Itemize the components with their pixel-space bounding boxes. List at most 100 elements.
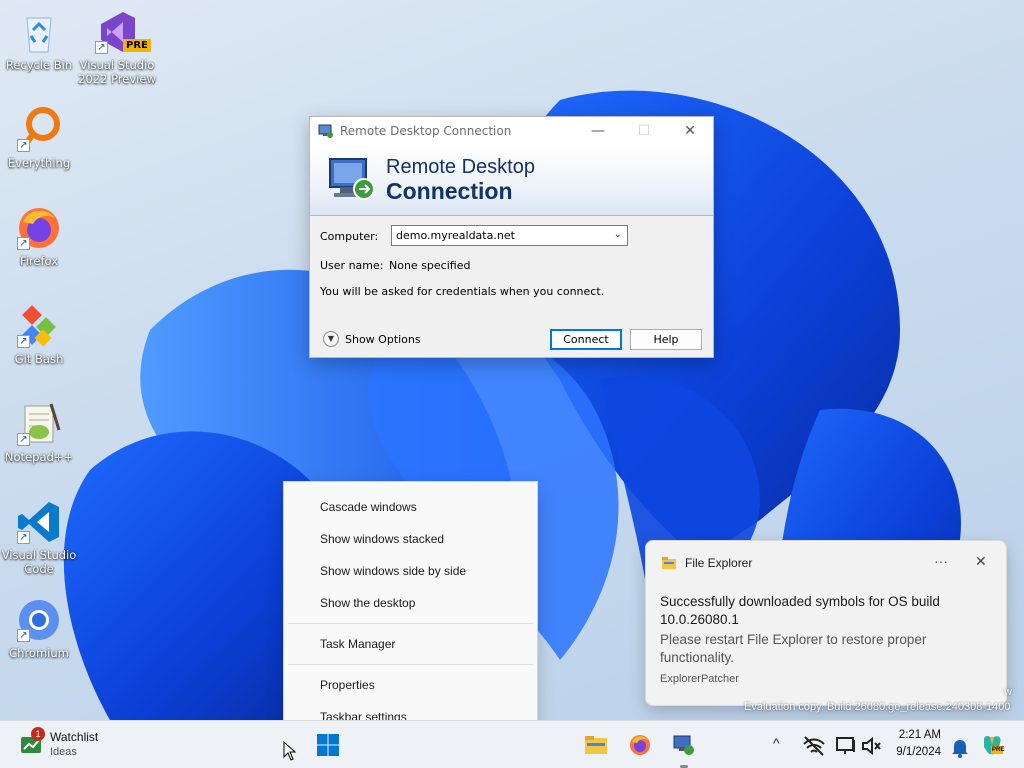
evaluation-watermark: Evaluation copy. Build 26080.ge_release.…	[744, 701, 1011, 713]
toast-headline-line1: Successfully downloaded symbols for OS b…	[660, 594, 940, 609]
icon-label: Visual Studio	[79, 58, 155, 72]
shortcut-arrow-icon: ↗	[17, 629, 30, 642]
icon-label: Chromium	[9, 646, 69, 660]
banner-title-line1: Remote Desktop	[386, 156, 535, 178]
icon-label: Everything	[7, 156, 71, 170]
more-options-icon[interactable]: ···	[934, 553, 948, 569]
menu-item-task-manager[interactable]: Task Manager	[320, 637, 395, 651]
expand-options-icon[interactable]: ▼	[323, 331, 339, 347]
toast-headline-line2: 10.0.26080.1	[660, 612, 739, 627]
menu-item-show-windows-side-by-side[interactable]: Show windows side by side	[320, 564, 466, 578]
notepad-plus-plus-icon: ↗	[15, 400, 63, 448]
menu-item-cascade-windows[interactable]: Cascade windows	[320, 500, 417, 514]
menu-item-show-the-desktop[interactable]: Show the desktop	[320, 596, 415, 610]
windows-logo-icon	[317, 734, 339, 756]
start-button[interactable]	[316, 733, 340, 757]
menu-item-properties[interactable]: Properties	[320, 678, 375, 692]
menu-separator	[288, 664, 533, 665]
notification-bell-icon[interactable]	[948, 735, 968, 758]
banner-title-line2: Connection	[386, 178, 513, 204]
username-label: User name:	[320, 259, 384, 272]
desktop-icon-everything[interactable]: ↗ Everything	[0, 106, 78, 170]
git-bash-icon: ↗	[15, 302, 63, 350]
toast-notification[interactable]: File Explorer ··· ✕ Successfully downloa…	[645, 540, 1007, 706]
remote-desktop-icon	[673, 735, 694, 755]
desktop-icon-chromium[interactable]: ↗ Chromium	[0, 596, 78, 660]
username-value: None specified	[389, 259, 471, 272]
widget-subtitle: Ideas	[50, 746, 77, 758]
icon-label: Recycle Bin	[5, 58, 73, 72]
volume-muted-icon[interactable]	[860, 734, 881, 756]
icon-label: Firefox	[19, 254, 59, 268]
display-icon[interactable]	[834, 734, 855, 754]
taskbar-file-explorer[interactable]	[584, 733, 608, 757]
rdc-app-icon	[318, 124, 333, 138]
chevron-down-icon[interactable]: ⌄	[614, 229, 622, 240]
taskbar-context-menu: Cascade windows Show windows stacked Sho…	[283, 481, 538, 740]
rdc-banner: Remote Desktop Connection	[310, 145, 713, 216]
computer-combobox[interactable]: demo.myrealdata.net ⌄	[391, 225, 628, 246]
shortcut-arrow-icon: ↗	[17, 433, 30, 446]
recycle-bin-icon	[15, 8, 63, 56]
menu-separator	[288, 623, 533, 624]
close-icon[interactable]: ✕	[975, 553, 987, 570]
widget-title[interactable]: Watchlist	[50, 730, 98, 744]
copilot-pre-badge: PRE	[992, 747, 1005, 753]
widget-badge: 1	[31, 727, 45, 741]
toast-body: Please restart File Explorer to restore …	[660, 631, 990, 667]
icon-label: Notepad++	[4, 450, 74, 464]
vscode-icon: ↗	[15, 498, 63, 546]
credentials-info-text: You will be asked for credentials when y…	[320, 285, 605, 298]
close-button[interactable]: ✕	[667, 117, 713, 145]
visual-studio-preview-icon: ↗ PRE	[93, 8, 151, 56]
menu-item-show-windows-stacked[interactable]: Show windows stacked	[320, 532, 444, 546]
desktop-icon-visual-studio-2022-preview[interactable]: ↗ PRE Visual Studio 2022 Preview	[78, 8, 156, 86]
connect-button[interactable]: Connect	[550, 329, 622, 350]
taskbar-remote-desktop[interactable]	[672, 733, 696, 757]
rdc-form: Computer: demo.myrealdata.net ⌄ User nam…	[310, 216, 713, 358]
toast-headline: Successfully downloaded symbols for OS b…	[660, 593, 990, 629]
shortcut-arrow-icon: ↗	[17, 139, 30, 152]
window-title: Remote Desktop Connection	[340, 124, 512, 138]
folder-icon	[585, 736, 607, 754]
toast-body-line1: Please restart File Explorer to restore …	[660, 632, 927, 647]
shortcut-arrow-icon: ↗	[17, 531, 30, 544]
shortcut-arrow-icon: ↗	[17, 335, 30, 348]
maximize-button: ☐	[637, 123, 651, 139]
shortcut-arrow-icon: ↗	[95, 41, 108, 54]
shortcut-arrow-icon: ↗	[17, 237, 30, 250]
firefox-icon: ↗	[15, 204, 63, 252]
remote-desktop-monitor-icon	[329, 158, 375, 200]
show-options-link[interactable]: Show Options	[345, 333, 421, 346]
icon-label: Visual Studio	[1, 548, 77, 562]
copilot-icon[interactable]: PRE	[980, 733, 1004, 757]
toast-app-name: File Explorer	[685, 556, 753, 570]
network-offline-icon[interactable]	[802, 734, 825, 756]
chromium-icon: ↗	[15, 596, 63, 644]
icon-label-line2: Code	[24, 562, 54, 576]
everything-search-icon: ↗	[15, 106, 63, 154]
desktop-icon-git-bash[interactable]: ↗ Git Bash	[0, 302, 78, 366]
remote-desktop-connection-window: Remote Desktop Connection — ☐ ✕ Remote D…	[309, 116, 714, 358]
show-hidden-icons-chevron[interactable]: ^	[773, 735, 780, 751]
toast-attribution: ExplorerPatcher	[660, 673, 739, 685]
mouse-cursor-icon	[283, 741, 297, 761]
desktop-icon-vscode[interactable]: ↗ Visual Studio Code	[0, 498, 78, 576]
desktop-icon-notepad-plus-plus[interactable]: ↗ Notepad++	[0, 400, 78, 464]
help-button[interactable]: Help	[630, 329, 702, 350]
computer-label: Computer:	[320, 230, 379, 243]
desktop-icon-firefox[interactable]: ↗ Firefox	[0, 204, 78, 268]
toast-body-line2: functionality.	[660, 650, 735, 665]
file-explorer-icon	[662, 557, 676, 569]
clock-date[interactable]: 9/1/2024	[889, 746, 941, 758]
desktop-icon-recycle-bin[interactable]: Recycle Bin	[0, 8, 78, 72]
minimize-button[interactable]: —	[575, 117, 621, 145]
window-titlebar[interactable]: Remote Desktop Connection — ☐ ✕	[310, 117, 713, 145]
watermark-edge: w	[1004, 686, 1012, 698]
preview-badge: PRE	[123, 39, 151, 52]
computer-value: demo.myrealdata.net	[396, 229, 515, 242]
taskbar-firefox[interactable]	[628, 733, 652, 757]
firefox-icon	[630, 735, 650, 755]
icon-label-line2: 2022 Preview	[78, 72, 156, 86]
clock-time[interactable]: 2:21 AM	[895, 729, 941, 741]
